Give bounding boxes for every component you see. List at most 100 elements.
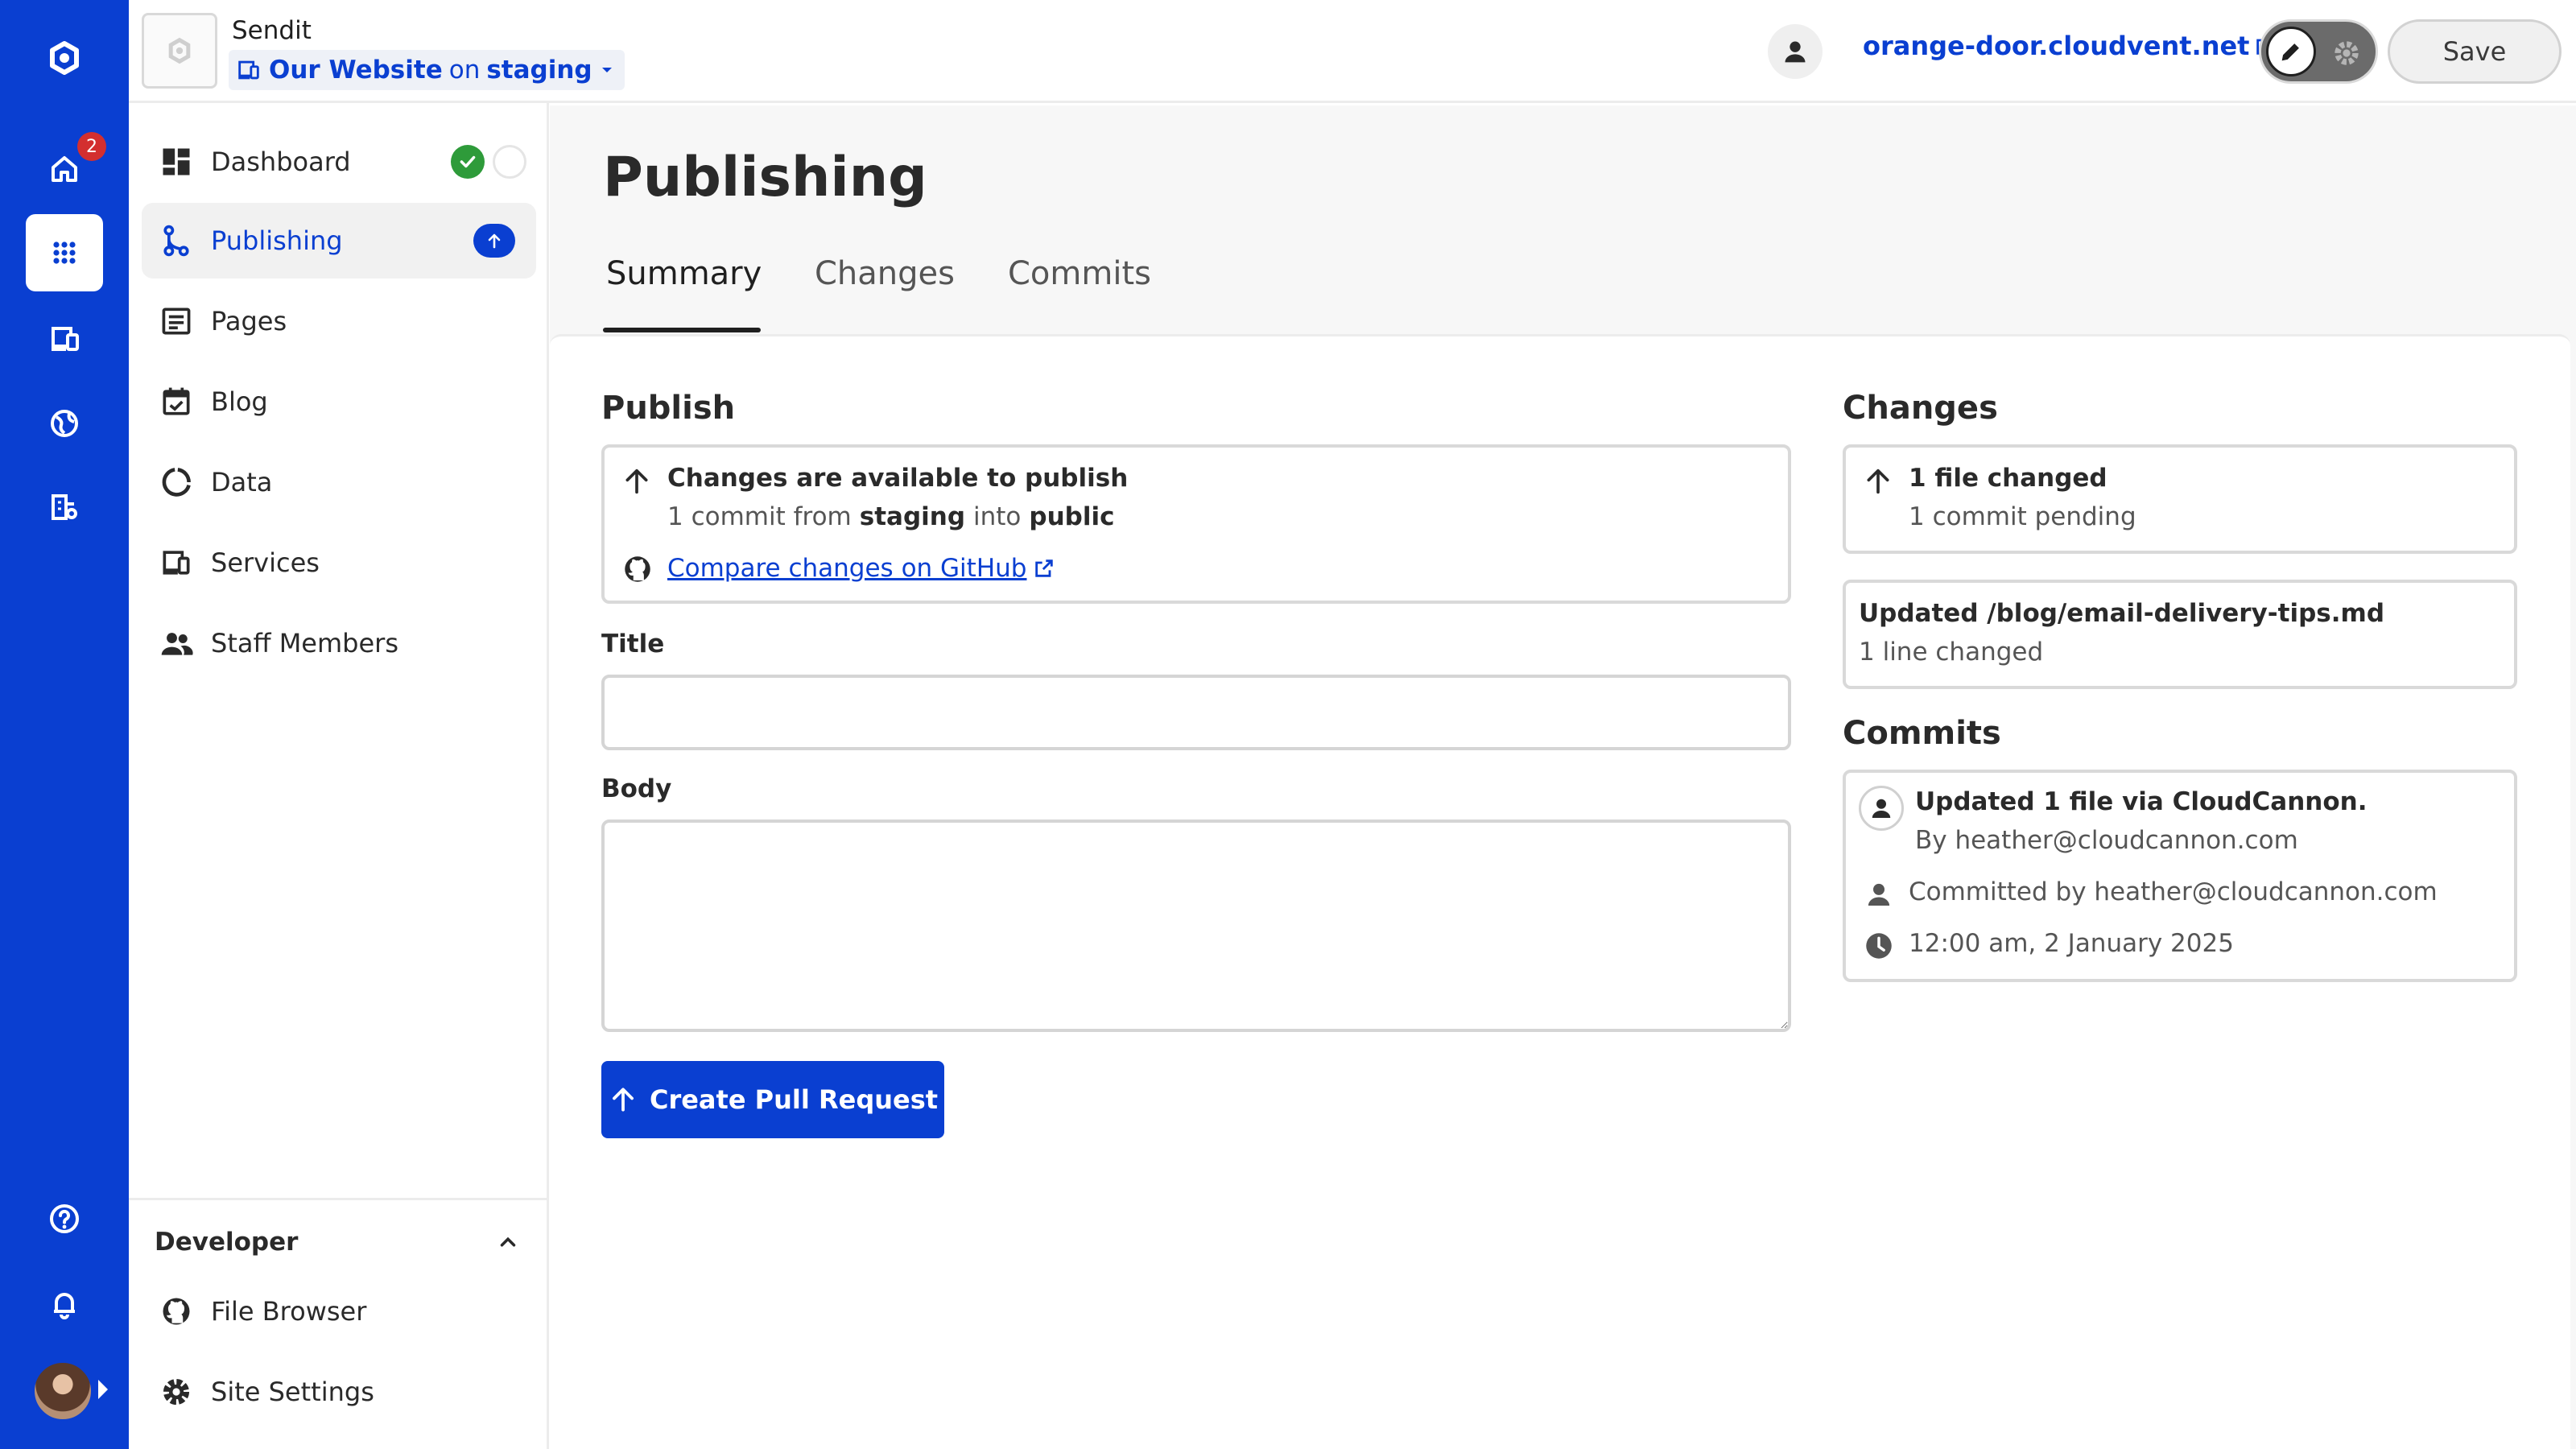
sidebar-item-label: Data [211,467,273,497]
commit-avatar-icon [1859,786,1904,831]
publish-heading: Publish [601,390,736,427]
branch-icon [158,222,195,259]
sidebar-item-label: Staff Members [211,628,398,658]
app-rail: 2 [0,0,129,1449]
sidebar-item-data[interactable]: Data [142,444,536,520]
commit-author: By heather@cloudcannon.com [1915,826,2298,855]
sidebar-item-file-browser[interactable]: File Browser [142,1274,536,1349]
org-name: Sendit [232,16,312,45]
gear-icon [2334,41,2359,65]
sidebar-item-label: File Browser [211,1296,367,1327]
publish-status-card: Changes are available to publish 1 commi… [601,444,1791,604]
dashboard-icon [158,143,195,180]
chevron-up-icon [500,1236,516,1247]
commits-pending-text: 1 commit pending [1909,502,2136,531]
help-icon[interactable] [26,1180,103,1257]
pencil-icon [2266,27,2316,76]
create-pull-request-button[interactable]: Create Pull Request [601,1061,944,1138]
publish-detail-prefix: 1 commit from [667,502,852,531]
divider [129,1198,547,1200]
developer-section-title: Developer [155,1228,299,1257]
save-button[interactable]: Save [2388,19,2562,84]
arrow-up-icon [612,1088,634,1112]
summary-panel: Publish Changes are available to publish… [550,334,2570,1449]
caret-down-icon [601,68,612,72]
source-branch: staging [859,502,966,531]
notifications-bell-icon[interactable] [26,1265,103,1343]
compare-on-github-link[interactable]: Compare changes on GitHub [667,554,1055,583]
site-logo-icon [168,37,191,64]
tab-changes[interactable]: Changes [815,255,955,292]
sidebar-item-dashboard[interactable]: Dashboard [142,124,536,200]
branch-name: staging [486,56,592,85]
site-thumbnail[interactable] [142,13,217,89]
sidebar-item-site-settings[interactable]: Site Settings [142,1354,536,1430]
site-domain-link[interactable]: orange-door.cloudvent.net [1863,31,2277,61]
site-sidebar: Dashboard Publishing Pages Blog Data Ser… [129,103,549,1449]
caret-right-icon[interactable] [98,1380,108,1399]
active-tab-indicator [603,328,761,332]
title-input[interactable] [601,675,1791,750]
site-name: Our Website [269,56,443,85]
arrow-up-icon [625,469,648,494]
account-icon[interactable] [1768,24,1823,79]
external-link-icon [1035,559,1054,577]
body-label: Body [601,774,672,803]
sidebar-item-label: Dashboard [211,147,351,177]
tab-summary[interactable]: Summary [606,255,762,292]
changed-file-title: Updated /blog/email-delivery-tips.md [1859,599,2385,628]
sidebar-item-blog[interactable]: Blog [142,364,536,440]
person-icon [1868,883,1890,906]
devices-icon [238,60,259,80]
sidebar-item-staff-members[interactable]: Staff Members [142,605,536,681]
gear-icon [158,1373,195,1410]
commits-heading: Commits [1843,715,2001,752]
sidebar-item-label: Pages [211,306,287,336]
organization-settings-icon[interactable] [26,469,103,546]
changes-summary-card: 1 file changed 1 commit pending [1843,444,2517,554]
people-icon [158,625,195,662]
apps-grid-icon[interactable] [26,214,103,291]
publish-detail-mid: into [973,502,1022,531]
publish-detail: 1 commit from staging into public [667,502,1114,531]
home-icon[interactable]: 2 [26,130,106,208]
compare-link-text: Compare changes on GitHub [667,554,1027,583]
check-circle-icon [451,145,485,179]
data-donut-icon [158,464,195,501]
arrow-up-icon [1867,469,1889,494]
commit-time: 12:00 am, 2 January 2025 [1909,929,2234,958]
page-icon [158,303,195,340]
sidebar-item-label: Blog [211,386,268,417]
cloudcannon-logo-icon[interactable] [26,19,103,97]
edit-mode-toggle[interactable] [2259,19,2378,84]
arrow-up-icon [473,224,515,258]
files-changed-text: 1 file changed [1909,464,2107,493]
sidebar-item-services[interactable]: Services [142,525,536,601]
sidebar-item-label: Publishing [211,225,343,256]
sidebar-item-label: Site Settings [211,1377,374,1407]
site-on-text: on [448,56,481,85]
clock-icon [1866,933,1892,959]
github-icon [625,556,650,582]
developer-section-toggle[interactable]: Developer [155,1222,520,1262]
notification-count-badge: 2 [77,132,106,161]
sidebar-item-label: Services [211,547,320,578]
calendar-check-icon [158,383,195,420]
site-branch-switcher[interactable]: Our Website on staging [229,50,625,90]
user-avatar[interactable] [32,1360,93,1422]
title-label: Title [601,630,665,658]
main-content: Publishing Summary Changes Commits Publi… [550,105,2576,1449]
changed-file-card[interactable]: Updated /blog/email-delivery-tips.md 1 l… [1843,580,2517,689]
sidebar-item-pages[interactable]: Pages [142,283,536,359]
commit-committer: Committed by heather@cloudcannon.com [1909,877,2438,906]
sidebar-item-publishing[interactable]: Publishing [142,203,536,279]
create-pull-request-label: Create Pull Request [649,1084,939,1115]
changes-heading: Changes [1843,390,1998,427]
globe-icon[interactable] [26,385,103,462]
top-bar: Sendit Our Website on staging orange-doo… [129,0,2576,103]
devices-icon[interactable] [26,299,103,377]
tab-commits[interactable]: Commits [1008,255,1151,292]
publish-status-text: Changes are available to publish [667,464,1129,493]
body-textarea[interactable] [601,819,1791,1032]
target-branch: public [1029,502,1115,531]
